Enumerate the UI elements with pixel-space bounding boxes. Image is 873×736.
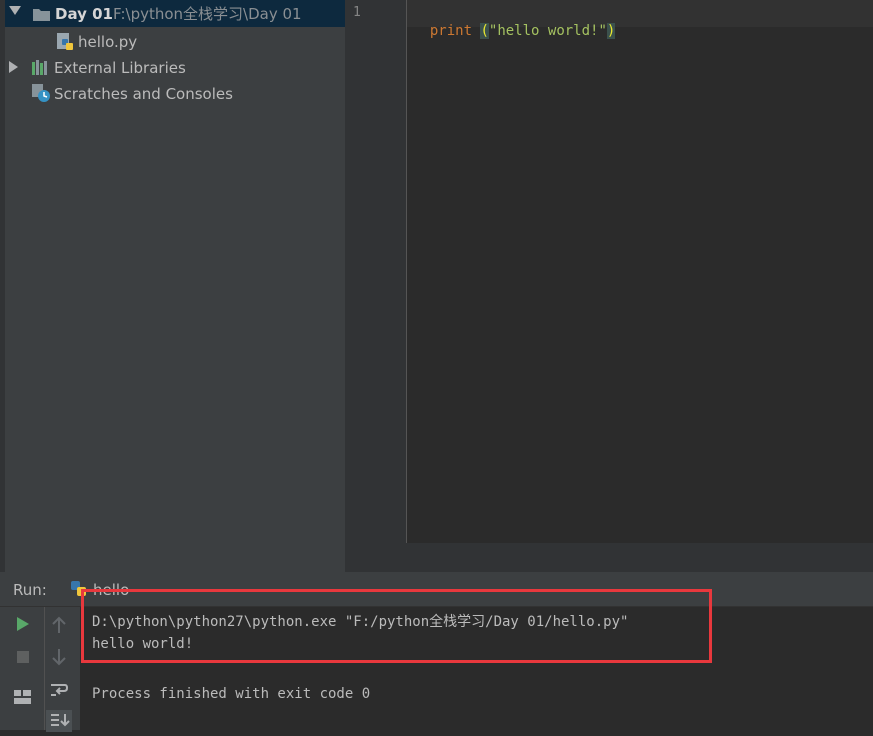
- code-close-paren: ): [606, 23, 616, 39]
- layout-icon[interactable]: [14, 689, 31, 708]
- up-arrow-icon[interactable]: [51, 616, 67, 638]
- scratches-icon: [32, 84, 51, 107]
- left-tool-strip: [0, 0, 5, 572]
- stop-icon[interactable]: [17, 651, 29, 663]
- python-file-icon: [56, 33, 74, 55]
- scroll-to-end-icon[interactable]: [46, 710, 72, 732]
- run-label: Run:: [13, 581, 47, 599]
- run-icon[interactable]: [17, 617, 29, 631]
- tree-external-libraries[interactable]: External Libraries: [54, 59, 186, 77]
- code-line-1[interactable]: print ("hello world!"): [413, 4, 616, 40]
- folder-icon: [33, 6, 50, 25]
- line-number: 1: [353, 5, 361, 20]
- tree-file-hello[interactable]: hello.py: [78, 33, 137, 51]
- libraries-icon: [32, 59, 50, 79]
- tree-root-path: F:\python全栈学习\Day 01: [113, 5, 302, 23]
- code-string: "hello world!": [488, 23, 607, 39]
- code-keyword: print: [429, 23, 473, 39]
- code-open-paren: (: [480, 23, 489, 39]
- highlight-annotation-box: [81, 589, 712, 663]
- soft-wrap-icon[interactable]: [50, 682, 69, 702]
- tree-scratches-consoles[interactable]: Scratches and Consoles: [54, 85, 233, 103]
- expand-arrow-icon[interactable]: [9, 61, 18, 73]
- editor-gutter: [345, 0, 406, 543]
- expand-arrow-icon[interactable]: [9, 6, 21, 15]
- editor-bottom-bar: [345, 543, 873, 572]
- code-editor[interactable]: [407, 0, 873, 543]
- console-exit-line: Process finished with exit code 0: [92, 686, 371, 702]
- tree-root-label: Day 01: [55, 5, 113, 23]
- down-arrow-icon[interactable]: [51, 648, 67, 670]
